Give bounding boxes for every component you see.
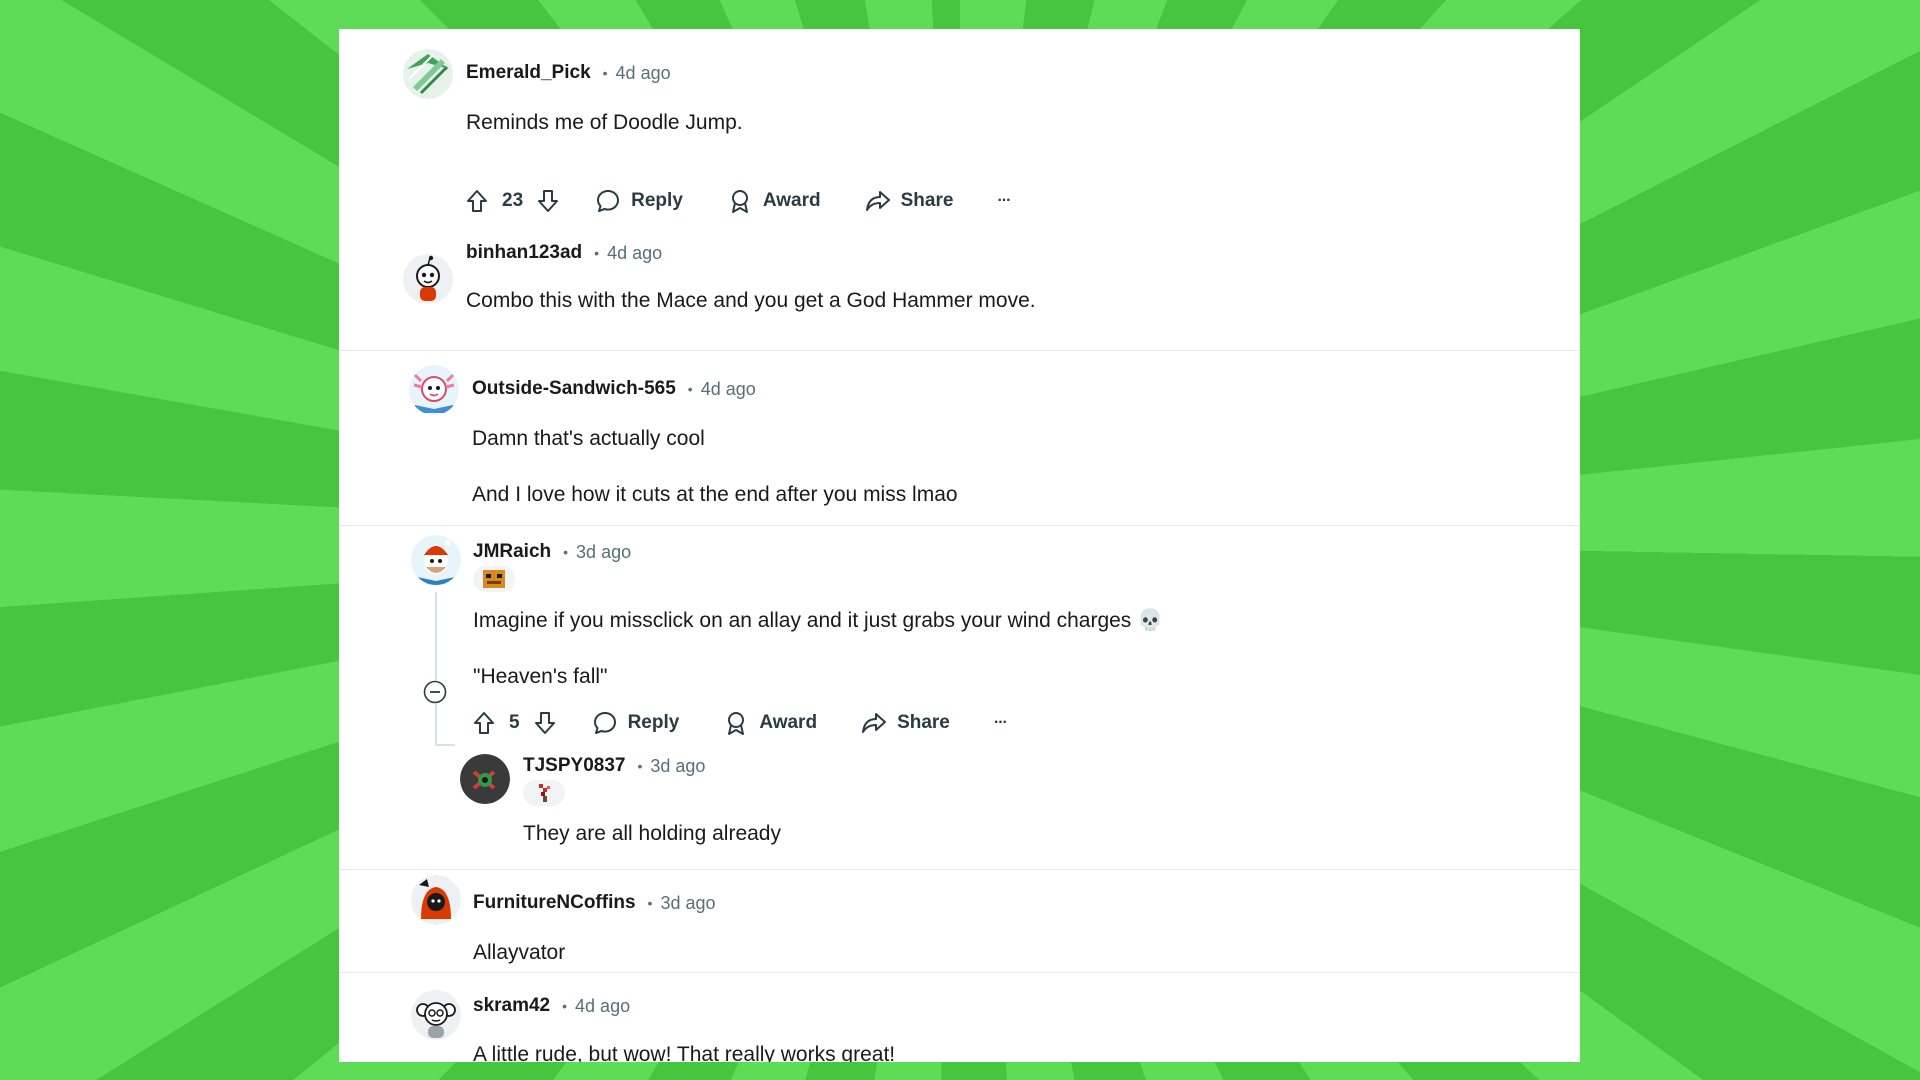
thread-line — [435, 704, 437, 746]
monkey-avatar-icon — [411, 990, 461, 1040]
reply-button[interactable]: Reply — [595, 188, 683, 214]
username[interactable]: TJSPY0837 — [523, 755, 625, 777]
timestamp[interactable]: 4d ago — [607, 243, 662, 264]
avatar[interactable] — [460, 754, 510, 804]
reply-icon — [593, 712, 616, 734]
share-icon — [862, 713, 887, 733]
axolotl-avatar-icon — [409, 365, 459, 415]
comment-skram42: skram42 • 4d ago A little rude, but wow!… — [339, 973, 1580, 1062]
separator: • — [637, 758, 643, 774]
upvote-icon — [474, 712, 494, 734]
username[interactable]: binhan123ad — [466, 242, 582, 264]
more-options-button[interactable]: ··· — [993, 714, 1008, 732]
reply-icon — [597, 190, 620, 212]
timestamp[interactable]: 4d ago — [616, 63, 671, 84]
upvote-icon — [467, 190, 487, 212]
more-icon: ··· — [997, 192, 1011, 209]
share-button[interactable]: Share — [861, 710, 950, 736]
avatar[interactable] — [409, 365, 459, 415]
hooded-avatar-icon — [411, 875, 461, 925]
avatar[interactable] — [411, 535, 461, 585]
comment-binhan123ad: binhan123ad • 4d ago Combo this with the… — [339, 229, 1580, 350]
separator: • — [602, 65, 608, 81]
reply-label: Reply — [627, 712, 680, 733]
comment-jmraich: JMRaich • 3d ago Imagine if you missclic… — [339, 526, 1580, 869]
separator: • — [562, 998, 568, 1014]
separator: • — [594, 245, 600, 261]
comment-actions: 23 Reply Award Share ··· — [464, 185, 1011, 217]
timestamp[interactable]: 3d ago — [660, 893, 715, 914]
username[interactable]: skram42 — [473, 995, 550, 1017]
vote-count: 5 — [509, 712, 520, 733]
comment-text: And I love how it cuts at the end after … — [472, 483, 958, 506]
share-button[interactable]: Share — [865, 188, 954, 214]
award-button[interactable]: Award — [727, 188, 821, 214]
redstone-flair-icon — [539, 784, 550, 802]
comment-furniturencoffins: FurnitureNCoffins • 3d ago Allayvator — [339, 870, 1580, 972]
user-flair — [473, 566, 515, 592]
award-button[interactable]: Award — [723, 710, 817, 736]
award-icon — [728, 712, 745, 735]
comment-text: "Heaven's fall" — [473, 665, 608, 688]
share-label: Share — [897, 712, 950, 733]
avatar[interactable] — [403, 49, 453, 99]
share-icon — [865, 191, 890, 211]
comments-panel: Emerald_Pick • 4d ago Reminds me of Dood… — [339, 29, 1580, 1062]
separator: • — [687, 381, 693, 397]
timestamp[interactable]: 3d ago — [576, 542, 631, 563]
comment-emerald-pick: Emerald_Pick • 4d ago Reminds me of Dood… — [339, 29, 1580, 229]
username[interactable]: Outside-Sandwich-565 — [472, 378, 676, 400]
comment-text: Combo this with the Mace and you get a G… — [466, 289, 1036, 312]
reply-label: Reply — [631, 190, 683, 211]
comment-text: A little rude, but wow! That really work… — [473, 1043, 896, 1062]
downvote-icon — [538, 190, 559, 212]
comment-text: Allayvator — [473, 941, 566, 964]
comment-text: Damn that's actually cool — [472, 427, 705, 450]
share-label: Share — [900, 190, 954, 211]
username[interactable]: Emerald_Pick — [466, 62, 591, 84]
award-label: Award — [759, 712, 818, 733]
snoo-avatar-icon — [403, 254, 453, 304]
comment-text: They are all holding already — [523, 822, 781, 845]
more-icon: ··· — [993, 714, 1008, 731]
avatar[interactable] — [411, 875, 461, 925]
timestamp[interactable]: 4d ago — [575, 996, 630, 1017]
award-icon — [731, 190, 748, 213]
pickaxe-avatar-icon — [403, 49, 453, 99]
separator: • — [647, 895, 653, 911]
santa-avatar-icon — [411, 535, 461, 585]
reply-button[interactable]: Reply — [592, 710, 680, 736]
award-label: Award — [762, 190, 821, 211]
user-flair — [523, 780, 565, 806]
downvote-button[interactable] — [532, 710, 558, 736]
avatar[interactable] — [411, 990, 461, 1040]
vote-count: 23 — [502, 190, 524, 211]
username[interactable]: FurnitureNCoffins — [473, 892, 636, 914]
blaze-flair-icon — [483, 570, 505, 588]
comment-actions: 5 Reply Award Share ··· — [471, 707, 1008, 739]
dark-avatar-icon — [460, 754, 510, 804]
more-options-button[interactable]: ··· — [997, 192, 1011, 210]
separator: • — [563, 544, 569, 560]
comment-text: Imagine if you missclick on an allay and… — [473, 609, 1164, 632]
upvote-button[interactable] — [471, 710, 497, 736]
collapse-icon — [423, 680, 447, 704]
collapse-thread-button[interactable] — [423, 680, 447, 704]
comment-outside-sandwich-565: Outside-Sandwich-565 • 4d ago Damn that'… — [339, 351, 1580, 525]
username[interactable]: JMRaich — [473, 541, 551, 563]
downvote-icon — [534, 712, 555, 734]
avatar[interactable] — [403, 254, 453, 304]
timestamp[interactable]: 4d ago — [701, 379, 756, 400]
comment-text: Reminds me of Doodle Jump. — [466, 111, 743, 134]
thread-line — [435, 744, 455, 746]
downvote-button[interactable] — [535, 188, 561, 214]
timestamp[interactable]: 3d ago — [650, 756, 705, 777]
upvote-button[interactable] — [464, 188, 490, 214]
